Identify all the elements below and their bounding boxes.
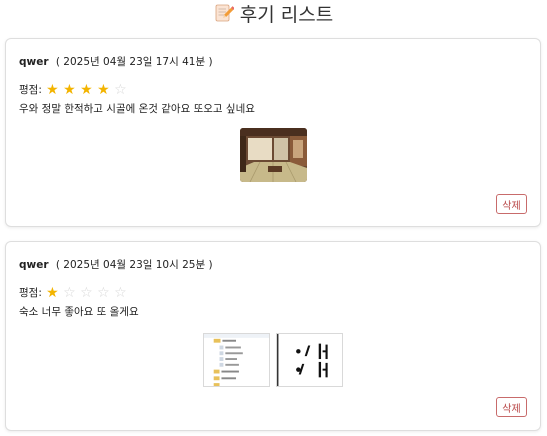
review-images [6,128,540,182]
page-title-bar: 후기 리스트 [0,0,547,26]
bullet-list-screenshot[interactable] [276,333,343,387]
file-tree-screenshot[interactable] [203,333,270,387]
star-rating: ★ ☆ ☆ ☆ ☆ [45,286,128,300]
star-filled-icon: ★ [63,81,76,98]
delete-button[interactable]: 삭제 [496,194,527,214]
star-filled-icon: ★ [97,81,110,98]
review-card: qwer ( 2025년 04월 23일 17시 41분 ) 평점: ★ ★ ★ ★ ☆… [5,38,541,227]
star-empty-icon: ☆ [63,284,76,301]
review-author: qwer [19,259,49,271]
room-photo[interactable] [239,128,307,182]
star-filled-icon: ★ [46,284,59,301]
review-date: ( 2025년 04월 23일 10시 25분 ) [55,259,213,271]
review-comment: 숙소 너무 좋아요 또 올게요 [19,306,139,318]
rating-label: 평점: [19,287,42,299]
review-rating: 평점: ★ ★ ★ ★ ☆ [19,82,128,97]
star-filled-icon: ★ [46,81,59,98]
review-rating: 평점: ★ ☆ ☆ ☆ ☆ [19,285,128,300]
page-title: 후기 리스트 [239,3,334,26]
star-filled-icon: ★ [80,81,93,98]
review-header: qwer ( 2025년 04월 23일 17시 41분 ) [19,54,213,69]
rating-label: 평점: [19,84,42,96]
star-empty-icon: ☆ [97,284,110,301]
review-date: ( 2025년 04월 23일 17시 41분 ) [55,56,213,68]
review-author: qwer [19,56,49,68]
review-comment: 우와 정말 한적하고 시골에 온것 같아요 또오고 싶네요 [19,103,255,115]
review-header: qwer ( 2025년 04월 23일 10시 25분 ) [19,257,213,272]
review-card: qwer ( 2025년 04월 23일 10시 25분 ) 평점: ★ ☆ ☆ ☆ ☆… [5,241,541,431]
star-empty-icon: ☆ [114,81,127,98]
star-empty-icon: ☆ [80,284,93,301]
star-empty-icon: ☆ [114,284,127,301]
review-images [6,333,540,387]
star-rating: ★ ★ ★ ★ ☆ [45,83,128,97]
delete-button[interactable]: 삭제 [496,397,527,417]
memo-icon [215,4,234,22]
